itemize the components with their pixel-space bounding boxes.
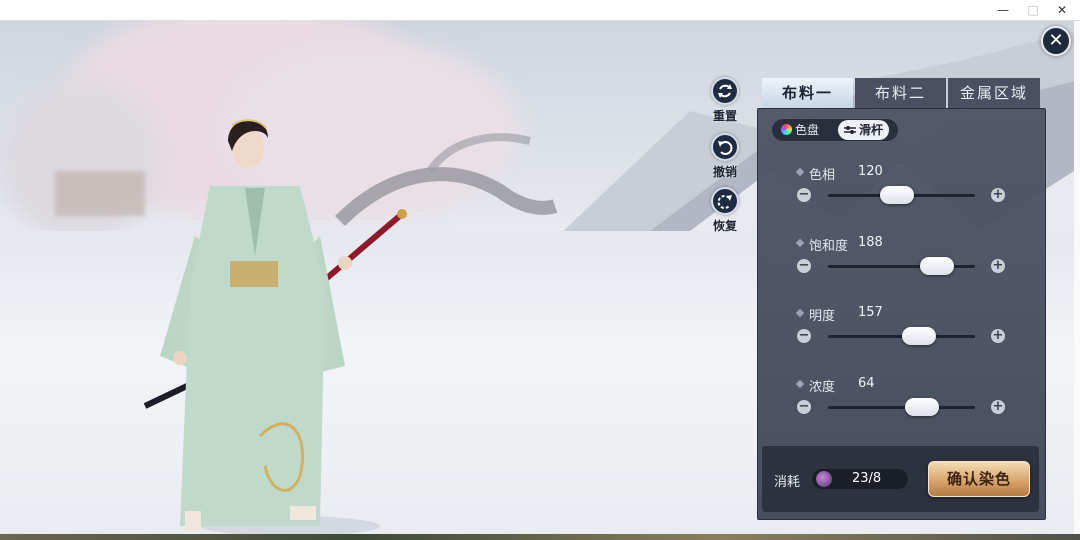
reset-icon (711, 77, 739, 105)
minimize-button[interactable]: — (987, 0, 1019, 20)
density-minus-button[interactable]: − (797, 400, 811, 414)
tab-fabric-one[interactable]: 布料一 (762, 78, 853, 108)
window-titlebar: — □ ✕ (0, 0, 1080, 21)
reset-label: 重置 (712, 109, 737, 123)
mode-toggle: 色盘 滑杆 (772, 119, 898, 141)
brightness-slider-row: 明度 157 − + (758, 305, 1045, 365)
character-model (143, 119, 407, 534)
slider-mode-label: 滑杆 (859, 123, 884, 137)
window-close-button[interactable]: ✕ (1046, 0, 1078, 20)
slider-mode-button[interactable]: 滑杆 (838, 120, 890, 140)
hue-slider-row: 色相 120 − + (758, 164, 1045, 224)
saturation-value: 188 (858, 235, 883, 250)
undo-button[interactable]: 撤销 (700, 133, 750, 180)
palette-mode-button[interactable]: 色盘 (775, 120, 825, 140)
diamond-icon (795, 308, 805, 318)
saturation-slider-thumb[interactable] (919, 257, 954, 275)
density-plus-button[interactable]: + (991, 400, 1005, 414)
diamond-icon (795, 167, 805, 177)
brightness-label: 明度 (809, 309, 836, 324)
hue-label: 色相 (809, 168, 836, 183)
redo-button[interactable]: 恢复 (700, 187, 750, 234)
cost-counter: 23/8 (812, 469, 908, 489)
reset-button[interactable]: 重置 (700, 77, 750, 124)
fabric-tabs: 布料一 布料二 金属区域 (762, 78, 1040, 108)
palette-mode-label: 色盘 (795, 123, 820, 137)
slider-mode-icon (844, 126, 856, 134)
undo-icon (711, 133, 739, 161)
confirm-dye-button[interactable]: 确认染色 (928, 461, 1030, 497)
hue-slider-thumb[interactable] (880, 186, 915, 204)
density-slider-track[interactable] (828, 406, 975, 409)
dye-panel: 色盘 滑杆 色相 120 − + 饱和度 188 − + 明度 157 − + (757, 108, 1046, 520)
cost-label: 消耗 (774, 475, 801, 490)
dye-item-icon (816, 471, 832, 487)
hue-value: 120 (858, 164, 883, 179)
hue-minus-button[interactable]: − (797, 188, 811, 202)
cost-bar: 消耗 23/8 确认染色 (762, 446, 1039, 512)
tab-metal-area[interactable]: 金属区域 (948, 78, 1040, 108)
diamond-icon (795, 238, 805, 248)
saturation-label: 饱和度 (809, 239, 849, 254)
saturation-plus-button[interactable]: + (991, 259, 1005, 273)
density-slider-thumb[interactable] (905, 398, 940, 416)
undo-label: 撤销 (712, 165, 737, 179)
density-label: 浓度 (809, 380, 836, 395)
redo-icon (711, 187, 739, 215)
window-edge (1074, 21, 1080, 534)
taskbar-strip (0, 534, 1080, 540)
distant-house (55, 171, 145, 216)
density-value: 64 (858, 376, 875, 391)
tab-fabric-two[interactable]: 布料二 (855, 78, 946, 108)
color-wheel-icon (781, 124, 792, 135)
brightness-slider-thumb[interactable] (902, 327, 937, 345)
redo-label: 恢复 (712, 219, 737, 233)
brightness-plus-button[interactable]: + (991, 329, 1005, 343)
hue-plus-button[interactable]: + (991, 188, 1005, 202)
maximize-button[interactable]: □ (1017, 0, 1049, 20)
diamond-icon (795, 379, 805, 389)
saturation-minus-button[interactable]: − (797, 259, 811, 273)
close-dye-panel-button[interactable]: ✕ (1041, 26, 1071, 56)
brightness-value: 157 (858, 305, 883, 320)
close-icon: ✕ (1048, 30, 1064, 51)
brightness-minus-button[interactable]: − (797, 329, 811, 343)
cost-value: 23/8 (852, 471, 882, 486)
blossom-canopy-left (0, 81, 160, 241)
density-slider-row: 浓度 64 − + (758, 376, 1045, 436)
saturation-slider-row: 饱和度 188 − + (758, 235, 1045, 295)
